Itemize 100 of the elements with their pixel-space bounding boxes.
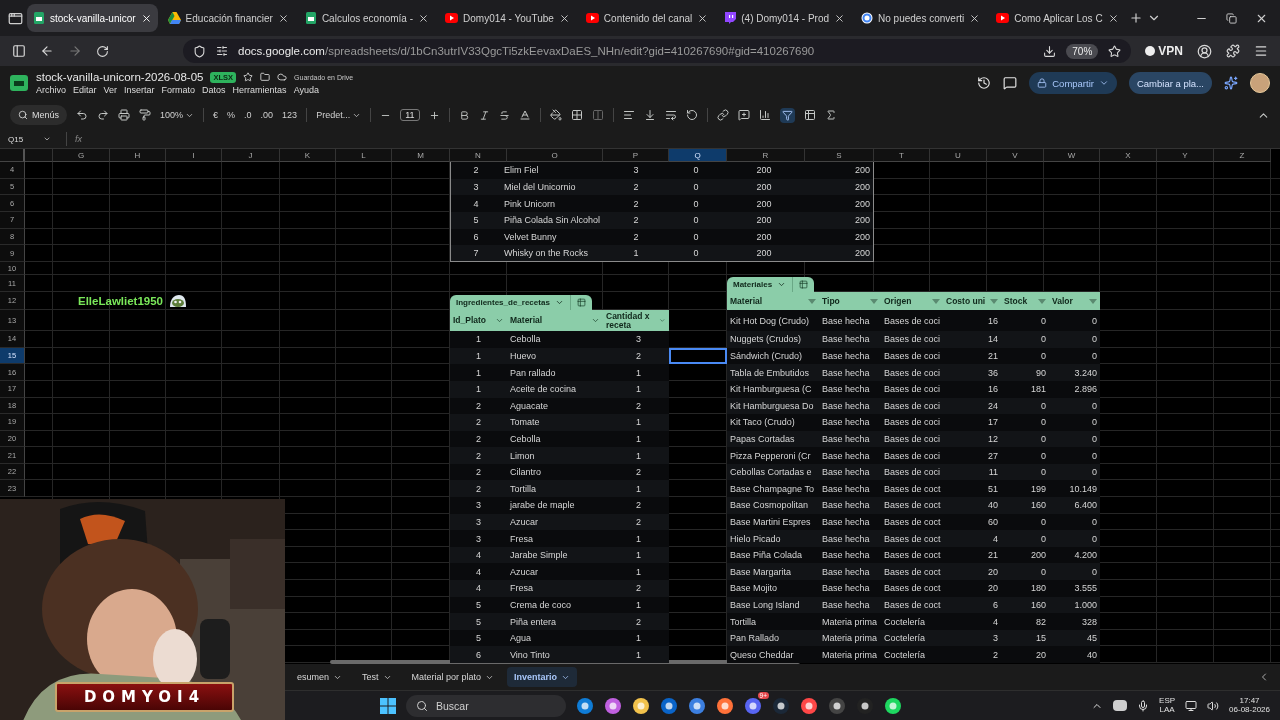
- column-header[interactable]: G: [53, 149, 110, 162]
- restore-icon[interactable]: [1226, 12, 1237, 24]
- undo-icon[interactable]: [76, 109, 88, 121]
- font-dropdown[interactable]: Predet...: [316, 110, 362, 120]
- document-title[interactable]: stock-vanilla-unicorn-2026-08-05: [36, 71, 204, 83]
- menu-search-field[interactable]: Menús: [10, 105, 67, 125]
- column-header[interactable]: L: [336, 149, 392, 162]
- spreadsheet-logo-icon[interactable]: [10, 73, 28, 93]
- selected-cell[interactable]: [669, 347, 727, 365]
- table-icon[interactable]: [792, 277, 815, 293]
- browser-tab[interactable]: Calculos economía -: [298, 4, 436, 32]
- forward-icon[interactable]: [68, 44, 82, 58]
- column-header[interactable]: O: [507, 149, 603, 162]
- browser-tab[interactable]: Como Aplicar Los C: [990, 4, 1125, 32]
- close-icon[interactable]: [140, 12, 152, 24]
- decrease-decimals[interactable]: .0: [244, 110, 252, 120]
- avatar[interactable]: [1250, 73, 1270, 93]
- column-header[interactable]: T: [874, 149, 930, 162]
- menu-item[interactable]: Archivo: [36, 85, 66, 95]
- comments-icon[interactable]: [1003, 76, 1018, 90]
- download-icon[interactable]: [1043, 44, 1057, 58]
- extensions-icon[interactable]: [1226, 44, 1240, 58]
- menu-item[interactable]: Insertar: [124, 85, 155, 95]
- strikethrough-icon[interactable]: [498, 109, 510, 121]
- sidebar-icon[interactable]: [12, 44, 26, 58]
- browser-tab[interactable]: No puedes converti: [855, 4, 987, 32]
- bold-icon[interactable]: [458, 109, 470, 121]
- table-name-tab[interactable]: Materiales: [727, 277, 793, 293]
- menu-item[interactable]: Editar: [73, 85, 97, 95]
- close-icon[interactable]: [277, 12, 289, 24]
- table-name-tab[interactable]: Ingredientes_de_recetas: [450, 295, 570, 311]
- zoom-dropdown[interactable]: 100%: [160, 110, 195, 120]
- name-box[interactable]: Q15: [8, 134, 58, 144]
- select-all-corner[interactable]: [0, 149, 25, 162]
- column-header[interactable]: I: [166, 149, 222, 162]
- close-icon[interactable]: [418, 12, 430, 24]
- table-views-icon[interactable]: [803, 109, 816, 121]
- bookmark-star-icon[interactable]: [1108, 44, 1122, 58]
- network-icon[interactable]: [1185, 699, 1198, 712]
- column-header[interactable]: V: [987, 149, 1044, 162]
- column-header[interactable]: M: [392, 149, 450, 162]
- sheet-tab[interactable]: esumen: [290, 667, 350, 687]
- sheet-tab[interactable]: Inventario: [507, 667, 578, 687]
- column-header[interactable]: S: [805, 149, 874, 162]
- browser-tab[interactable]: Contenido del canal: [579, 4, 715, 32]
- align-icon[interactable]: [622, 109, 635, 121]
- table-icon[interactable]: [569, 295, 592, 311]
- borders-icon[interactable]: [570, 109, 583, 121]
- close-icon[interactable]: [697, 12, 709, 24]
- browser-tab[interactable]: (4) Domy014 - Prod: [718, 4, 852, 32]
- star-icon[interactable]: [243, 72, 254, 82]
- merge-cells-icon[interactable]: [591, 109, 604, 121]
- taskbar-search[interactable]: Buscar: [406, 694, 566, 717]
- sparkle-icon[interactable]: [1224, 76, 1238, 90]
- currency-format[interactable]: €: [213, 110, 219, 120]
- sheet-tab[interactable]: Material por plato: [404, 667, 502, 687]
- browser-tab[interactable]: stock-vanilla-unicor: [27, 4, 158, 32]
- browser-tab[interactable]: Domy014 - YouTube: [439, 4, 576, 32]
- plus-icon[interactable]: [428, 109, 440, 121]
- microphone-icon[interactable]: [1137, 699, 1150, 712]
- browser-tab[interactable]: Educación financier: [161, 4, 295, 32]
- menu-icon[interactable]: [1254, 44, 1268, 58]
- scrollbar-thumb[interactable]: [330, 660, 800, 664]
- vertical-align-icon[interactable]: [643, 109, 656, 121]
- shield-icon[interactable]: [193, 44, 206, 58]
- column-header[interactable]: P: [603, 149, 669, 162]
- menu-item[interactable]: Herramientas: [232, 85, 287, 95]
- account-icon[interactable]: [1197, 43, 1212, 59]
- site-settings-icon[interactable]: [216, 45, 228, 57]
- caret-icon[interactable]: [43, 135, 52, 143]
- column-header[interactable]: H: [110, 149, 166, 162]
- back-icon[interactable]: [40, 44, 54, 58]
- zoom-level[interactable]: 70%: [1066, 43, 1099, 59]
- filter-button[interactable]: [779, 107, 795, 123]
- column-header[interactable]: Q: [669, 149, 727, 162]
- column-header[interactable]: W: [1044, 149, 1100, 162]
- switch-button[interactable]: Cambiar a pla...: [1128, 72, 1212, 94]
- column-header[interactable]: Z: [1214, 149, 1271, 162]
- close-icon[interactable]: [834, 12, 846, 24]
- link-icon[interactable]: [716, 109, 729, 121]
- functions-icon[interactable]: [824, 109, 837, 121]
- rotate-text-icon[interactable]: [685, 109, 698, 121]
- menu-item[interactable]: Formato: [161, 85, 196, 95]
- close-icon[interactable]: [969, 12, 981, 24]
- comment-icon[interactable]: [737, 109, 750, 121]
- clock[interactable]: 17:47 06-08-2026: [1229, 696, 1270, 715]
- reload-icon[interactable]: [96, 44, 109, 58]
- wrap-icon[interactable]: [664, 109, 677, 121]
- number-format[interactable]: 123: [282, 110, 298, 120]
- column-header[interactable]: X: [1100, 149, 1157, 162]
- new-tab-icon[interactable]: [1128, 11, 1143, 25]
- column-header[interactable]: U: [930, 149, 987, 162]
- column-header[interactable]: J: [222, 149, 280, 162]
- start-icon[interactable]: [380, 697, 396, 714]
- menu-item[interactable]: Ver: [103, 85, 118, 95]
- column-header[interactable]: K: [280, 149, 336, 162]
- language-indicator[interactable]: ESP LAA: [1159, 696, 1176, 715]
- address-bar[interactable]: docs.google.com/spreadsheets/d/1bCn3utrIV33QgcTi5zkEevaxDaES_NHn/edit?gid=410267690#gid=410267690 70%: [183, 39, 1132, 63]
- print-icon[interactable]: [118, 109, 130, 121]
- share-button[interactable]: Compartir: [1029, 72, 1117, 94]
